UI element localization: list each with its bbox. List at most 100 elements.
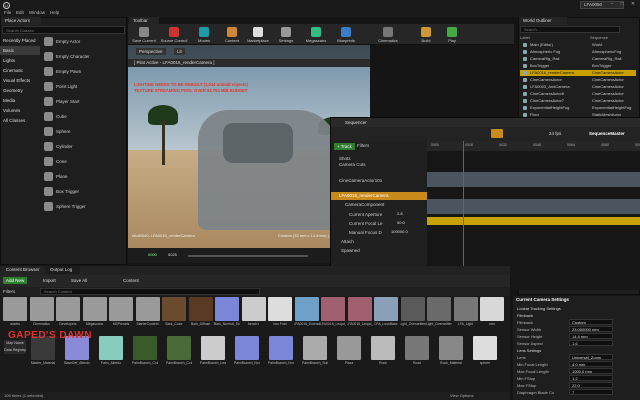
asset-tile[interactable]: LFA_Light — [453, 297, 479, 333]
asset-tile[interactable]: LFA0016_Leopd_001 — [320, 297, 346, 333]
place-item-plane[interactable]: Plane — [44, 169, 126, 184]
content-search[interactable]: Search Content — [40, 288, 260, 295]
filters-button[interactable]: Filters — [357, 143, 369, 148]
mode-category-volumes[interactable]: Volumes — [0, 106, 40, 115]
outliner-row[interactable]: CineCameraActor CineCameraActor — [520, 77, 636, 83]
asset-tile[interactable]: BaseDef_Albedo — [64, 336, 90, 372]
asset-tile[interactable]: PalmBranch_Normal_Tex — [234, 336, 260, 372]
sequencer-track-spawned[interactable]: Spawned — [331, 247, 427, 255]
place-item-point-light[interactable]: Point Light — [44, 79, 126, 94]
shot-strip[interactable] — [427, 172, 640, 187]
place-item-empty-pawn[interactable]: Empty Pawn — [44, 64, 126, 79]
view-options-button[interactable]: View Options — [450, 393, 474, 398]
mode-category-all-classes[interactable]: All Classes — [0, 116, 40, 125]
asset-tile[interactable]: Bark_Normal_Tex — [214, 297, 240, 333]
sequencer-track-attach[interactable]: Attach — [331, 238, 427, 246]
toolbar-content-button[interactable]: Content — [218, 25, 246, 45]
menu-file[interactable]: File — [4, 10, 11, 15]
asset-tile[interactable]: Cinematics — [29, 297, 55, 333]
asset-tile[interactable]: LFA0016_Extender — [294, 297, 320, 333]
import-button[interactable]: Import — [40, 277, 59, 284]
outliner-row[interactable]: LFA0016_renderCamera CineCameraActor — [520, 70, 636, 76]
content-browser-tab[interactable]: Content Browser — [2, 266, 44, 274]
mode-category-media[interactable]: Media — [0, 96, 40, 105]
asset-tile[interactable]: Rock_Material — [438, 336, 464, 372]
toolbar-save-current-button[interactable]: Save Current — [130, 25, 158, 45]
asset-tile[interactable]: MSPresets — [108, 297, 134, 333]
minimize-button[interactable]: – — [608, 1, 616, 8]
output-log-tab[interactable]: Output Log — [46, 266, 80, 274]
mode-category-cinematic[interactable]: Cinematic — [0, 66, 40, 75]
scrub-bar[interactable] — [188, 255, 308, 257]
toolbar-marketplace-button[interactable]: Marketplace — [244, 25, 272, 45]
section-lens[interactable]: Lens Settings — [517, 347, 637, 354]
mode-category-lights[interactable]: Lights — [0, 56, 40, 65]
place-actors-tab[interactable]: Place Actors — [1, 17, 41, 25]
toolbar-source-control-button[interactable]: Source Control — [160, 25, 188, 45]
place-item-cube[interactable]: Cube — [44, 109, 126, 124]
asset-tile[interactable]: bench1 — [241, 297, 267, 333]
close-button[interactable]: ✕ — [629, 1, 637, 8]
toolbar-cinematics-button[interactable]: Cinematics — [374, 25, 402, 45]
focal-value[interactable]: 50.0 — [397, 220, 405, 225]
mode-category-geometry[interactable]: Geometry — [0, 86, 40, 95]
mode-category-visual-effects[interactable]: Visual Effects — [0, 76, 40, 85]
asset-tile[interactable]: assets — [2, 297, 28, 333]
sequencer-track-cameracomponent[interactable]: CameraComponent — [331, 201, 427, 209]
place-item-empty-character[interactable]: Empty Character — [44, 49, 126, 64]
asset-tile[interactable]: PalmBranch_Color_Tex — [132, 336, 158, 372]
place-item-sphere-trigger[interactable]: Sphere Trigger — [44, 199, 126, 214]
asset-tile[interactable]: PalmBranch_Sub_Tex — [302, 336, 328, 372]
asset-tile[interactable]: Megascans — [82, 297, 108, 333]
asset-tile[interactable]: Light_Overwritten — [426, 297, 452, 333]
toolbar-build-button[interactable]: Build — [412, 25, 440, 45]
asset-tile[interactable]: PalmBranch_Leaf_Sub — [200, 336, 226, 372]
asset-tile[interactable]: Light_Overwritten — [400, 297, 426, 333]
toolbar-play-button[interactable]: Play — [438, 25, 466, 45]
add-new-button[interactable]: Add New — [3, 277, 28, 284]
section-filmback[interactable]: Filmback — [517, 312, 637, 319]
outliner-row[interactable]: CameraRig_Rail CameraRig_Rail — [520, 56, 636, 62]
maximize-button[interactable]: □ — [618, 1, 626, 8]
outliner-row[interactable]: Atmospheric Fog AtmosphericFog — [520, 49, 636, 55]
save-all-button[interactable]: Save All — [68, 277, 90, 284]
outliner-col-label[interactable]: Label — [520, 35, 530, 40]
asset-tile[interactable]: Road — [404, 336, 430, 372]
asset-tile[interactable]: Developers — [55, 297, 81, 333]
auto-key-icon[interactable] — [491, 129, 503, 138]
asset-tile[interactable]: Plaza — [336, 336, 362, 372]
world-outliner-tab[interactable]: World Outliner — [519, 17, 567, 25]
outliner-row[interactable]: Main (Editor) World — [520, 42, 636, 48]
place-item-empty-actor[interactable]: Empty Actor — [44, 34, 126, 49]
place-item-player-start[interactable]: Player Start — [44, 94, 126, 109]
place-item-sphere[interactable]: Sphere — [44, 124, 126, 139]
asset-tile[interactable]: sphere — [472, 336, 498, 372]
asset-tile[interactable]: StarterContent — [135, 297, 161, 333]
sequencer-track-camera-cuts[interactable]: Camera Cuts — [331, 161, 427, 169]
outliner-row[interactable]: LFA0003_AndCamera CineCameraActor — [520, 84, 636, 90]
fps-selector[interactable]: 24 fps — [549, 131, 561, 136]
view-mode-button[interactable]: Perspective — [136, 48, 166, 55]
toolbar-modes-button[interactable]: Modes — [190, 25, 218, 45]
asset-tile[interactable]: PalmBranch_Color_Tex — [166, 336, 192, 372]
asset-tile[interactable]: Bark_Diffuse — [188, 297, 214, 333]
place-item-cylinder[interactable]: Cylinder — [44, 139, 126, 154]
sequencer-track-manual-focus-d[interactable]: Manual Focus D — [331, 229, 427, 237]
outliner-row[interactable]: BoxTrigger BoxTrigger — [520, 63, 636, 69]
place-item-box-trigger[interactable]: Box Trigger — [44, 184, 126, 199]
sequencer-track-current-focal-le[interactable]: Current Focal Le — [331, 220, 427, 228]
focus-value[interactable]: 100000.0 — [391, 229, 408, 234]
mode-category-basic[interactable]: Basic — [0, 46, 40, 55]
camera-cuts-strip[interactable] — [427, 199, 640, 214]
outliner-search[interactable]: Search... — [520, 26, 620, 33]
content-filters-button[interactable]: Filters — [3, 289, 15, 294]
asset-tile[interactable]: PalmBranch_Normal_Tex — [268, 336, 294, 372]
outliner-row[interactable]: CineCameraActor7 CineCameraActor — [520, 98, 636, 104]
section-lookat[interactable]: Lookat Tracking Settings — [517, 305, 637, 312]
outliner-col-type[interactable]: Sequence — [590, 35, 608, 40]
toolbar-megascans-button[interactable]: Megascans — [302, 25, 330, 45]
asset-tile[interactable]: box Fold — [267, 297, 293, 333]
toolbar-settings-button[interactable]: Settings — [272, 25, 300, 45]
lit-button[interactable]: Lit — [174, 48, 185, 55]
camera-binding-bar[interactable] — [427, 217, 640, 225]
